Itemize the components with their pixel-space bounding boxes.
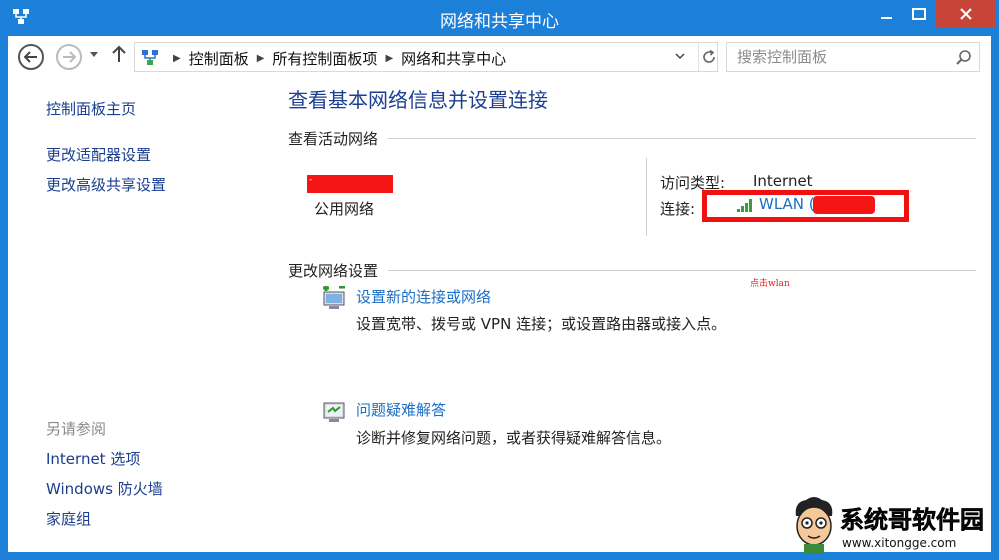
forward-button[interactable] [56,44,82,70]
window: 网络和共享中心 ▶ 控制面板 ▶ 所有控制面板项 ▶ 网络和共享中心 搜索控制面… [0,0,999,560]
redacted-network-name: - [307,175,393,193]
cartoon-face-icon [795,497,833,554]
address-bar[interactable]: ▶ 控制面板 ▶ 所有控制面板项 ▶ 网络和共享中心 [134,42,718,72]
search-input[interactable] [727,43,947,71]
divider [388,138,976,139]
maximize-icon [912,8,926,20]
refresh-button[interactable] [698,43,718,71]
troubleshoot-desc: 诊断并修复网络问题，或者获得疑难解答信息。 [356,429,672,447]
window-title: 网络和共享中心 [440,12,559,32]
new-connection-icon [323,286,345,309]
internet-options-link[interactable]: Internet 选项 [46,448,140,469]
breadcrumb-separator-icon[interactable]: ▶ [173,53,181,64]
search-box[interactable] [726,42,980,72]
recent-locations-dropdown[interactable] [90,50,98,61]
wlan-connection-link[interactable]: WLAN ( [759,195,815,213]
breadcrumb-item-all-items[interactable]: 所有控制面板项 [272,48,377,69]
breadcrumb: ▶ 控制面板 ▶ 所有控制面板项 ▶ 网络和共享中心 [165,48,506,69]
active-networks-heading: 查看活动网络 [288,130,379,148]
close-button[interactable] [936,0,996,28]
up-button[interactable] [112,45,126,68]
redacted-ssid [813,196,875,214]
divider [388,270,976,271]
chevron-down-icon [675,53,685,60]
close-icon [960,8,972,20]
breadcrumb-item-control-panel[interactable]: 控制面板 [189,48,249,69]
change-adapter-settings-link[interactable]: 更改适配器设置 [46,144,151,165]
watermark-url: www.xitongge.com [842,536,957,550]
minimize-icon [881,17,892,19]
breadcrumb-separator-icon[interactable]: ▶ [385,53,393,64]
troubleshoot-icon [323,402,345,422]
page-title: 查看基本网络信息并设置连接 [288,88,548,112]
content-frame: ▶ 控制面板 ▶ 所有控制面板项 ▶ 网络和共享中心 搜索控制面板 控制面板主页… [8,36,991,552]
title-bar[interactable]: 网络和共享中心 [0,0,999,36]
troubleshoot-link[interactable]: 问题疑难解答 [356,399,446,420]
breadcrumb-separator-icon[interactable]: ▶ [257,53,265,64]
arrow-left-icon [24,51,37,63]
arrow-right-icon [63,51,76,63]
navigation-bar: ▶ 控制面板 ▶ 所有控制面板项 ▶ 网络和共享中心 [8,36,991,80]
breadcrumb-item-network-center[interactable]: 网络和共享中心 [401,48,506,69]
control-panel-icon [142,50,158,65]
windows-firewall-link[interactable]: Windows 防火墙 [46,478,163,499]
address-dropdown[interactable] [675,50,685,63]
left-pane: 控制面板主页 更改适配器设置 更改高级共享设置 另请参阅 Internet 选项… [8,80,270,552]
connection-highlight: WLAN ( [702,190,909,222]
main-pane: 查看基本网络信息并设置连接 查看活动网络 - 公用网络 访问类型: Intern… [270,80,991,552]
watermark-name: 系统哥软件园 [840,506,985,535]
homegroup-link[interactable]: 家庭组 [46,508,91,529]
connections-label: 连接: [660,200,696,218]
back-button[interactable] [18,44,44,70]
access-type-value: Internet [753,172,813,190]
chevron-down-icon [90,52,98,57]
control-panel-home-link[interactable]: 控制面板主页 [46,98,136,119]
see-also-heading: 另请参阅 [46,420,107,438]
change-advanced-sharing-link[interactable]: 更改高级共享设置 [46,174,166,195]
maximize-button[interactable] [902,0,936,28]
wifi-signal-icon [737,199,752,212]
watermark-logo: 系统哥软件园 www.xitongge.com [790,492,999,560]
change-settings-heading: 更改网络设置 [288,262,379,280]
network-type-link[interactable]: 公用网络 [314,198,374,219]
annotation-text: 点击wlan [750,279,790,289]
refresh-icon [702,50,715,63]
minimize-button[interactable] [870,0,904,28]
setup-new-connection-desc: 设置宽带、拨号或 VPN 连接；或设置路由器或接入点。 [356,315,727,333]
search-icon[interactable] [955,49,973,67]
arrow-up-icon [112,45,126,62]
divider [646,158,647,236]
setup-new-connection-link[interactable]: 设置新的连接或网络 [356,286,491,307]
